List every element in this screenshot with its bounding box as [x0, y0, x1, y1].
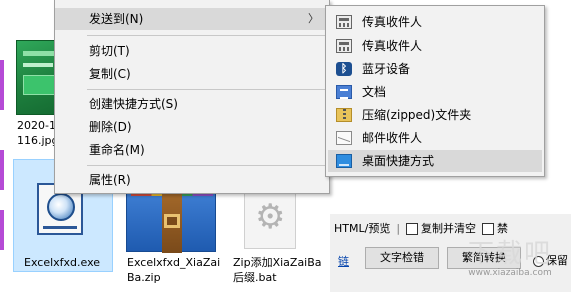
zip-archive-icon[interactable]: [126, 176, 216, 253]
file-name-line1: 2020-1: [17, 119, 56, 132]
submenu-item-bluetooth[interactable]: ᛒ 蓝牙设备: [328, 58, 542, 80]
submenu-item-fax-2[interactable]: 传真收件人: [328, 35, 542, 57]
menu-item-create-shortcut[interactable]: 创建快捷方式(S): [55, 93, 329, 115]
menu-item-rename[interactable]: 重命名(M): [55, 139, 329, 161]
ban-option[interactable]: 禁: [482, 220, 508, 236]
submenu-item-label: 桌面快捷方式: [362, 154, 435, 168]
mail-icon: [336, 131, 352, 145]
file-name-line2: 后缀.bat: [233, 271, 277, 284]
bluetooth-icon: ᛒ: [336, 62, 352, 76]
toolbar-row-options: HTML/预览 | 复制并清空 禁: [334, 220, 509, 236]
documents-icon: [336, 85, 352, 99]
fax-icon: [336, 39, 352, 53]
desktop-icon: [336, 154, 352, 168]
context-menu: 发送到(N) 〉 剪切(T) 复制(C) 创建快捷方式(S) 删除(D) 重命名…: [54, 0, 330, 194]
submenu-item-label: 邮件收件人: [362, 131, 423, 145]
copy-clear-option[interactable]: 复制并清空: [406, 220, 476, 236]
menu-item-cut[interactable]: 剪切(T): [55, 40, 329, 62]
ban-label: 禁: [497, 222, 509, 235]
ban-checkbox[interactable]: [482, 223, 495, 235]
menu-separator: [87, 89, 325, 90]
submenu-item-desktop-shortcut[interactable]: 桌面快捷方式: [328, 150, 542, 172]
menu-item-delete[interactable]: 删除(D): [55, 116, 329, 138]
menu-item-label: 发送到(N): [89, 12, 144, 26]
zip-folder-icon: [336, 108, 352, 122]
bat-file-icon[interactable]: ⚙: [244, 189, 296, 249]
menu-separator: [87, 35, 325, 36]
menu-item-copy[interactable]: 复制(C): [55, 63, 329, 85]
copy-clear-label: 复制并清空: [421, 222, 477, 235]
submenu-item-label: 传真收件人: [362, 39, 423, 53]
file-label-image[interactable]: 2020-1 116.jpg: [17, 118, 59, 148]
view-options-tabs[interactable]: HTML/预览: [334, 220, 390, 236]
submenu-item-mail[interactable]: 邮件收件人: [328, 127, 542, 149]
file-label-bat[interactable]: Zip添加XiaZaiBa 后缀.bat: [233, 255, 322, 285]
copy-clear-checkbox[interactable]: [406, 223, 419, 235]
file-name-line1: Zip添加XiaZaiBa: [233, 256, 322, 269]
watermark-url: www.xiazaiba.com: [468, 268, 552, 278]
chevron-right-icon: 〉: [308, 12, 319, 25]
file-label-exe[interactable]: Excelxfxd.exe: [24, 255, 100, 270]
window-edge-accent: [0, 150, 4, 190]
watermark-logo: 下载吧: [467, 239, 552, 269]
submenu-item-label: 文档: [362, 85, 387, 99]
file-name-line2: Ba.zip: [127, 271, 161, 284]
watermark: 下载吧 www.xiazaiba.com: [455, 240, 565, 278]
text-check-button[interactable]: 文字检错: [365, 247, 439, 269]
menu-item-send-to[interactable]: 发送到(N) 〉: [55, 8, 329, 30]
window-edge-accent: [0, 60, 4, 110]
file-label-zip[interactable]: Excelxfxd_XiaZai Ba.zip: [127, 255, 220, 285]
fax-icon: [336, 15, 352, 29]
file-name-line1: Excelxfxd_XiaZai: [127, 256, 221, 269]
submenu-item-fax-1[interactable]: 传真收件人: [328, 11, 542, 33]
menu-separator: [87, 165, 325, 166]
file-name-line2: 116.jpg: [17, 134, 59, 147]
submenu-item-label: 传真收件人: [362, 15, 423, 29]
menu-item-properties[interactable]: 属性(R): [55, 169, 329, 191]
submenu-item-label: 蓝牙设备: [362, 62, 411, 76]
submenu-item-documents[interactable]: 文档: [328, 81, 542, 103]
submenu-item-zip[interactable]: 压缩(zipped)文件夹: [328, 104, 542, 126]
send-to-submenu: 传真收件人 传真收件人 ᛒ 蓝牙设备 文档 压缩(zipped)文件夹 邮件收件…: [325, 5, 545, 177]
submenu-item-label: 压缩(zipped)文件夹: [362, 108, 472, 122]
toolbar-link[interactable]: 链: [338, 253, 349, 269]
window-edge-accent: [0, 210, 4, 250]
gear-icon: ⚙: [255, 197, 286, 237]
